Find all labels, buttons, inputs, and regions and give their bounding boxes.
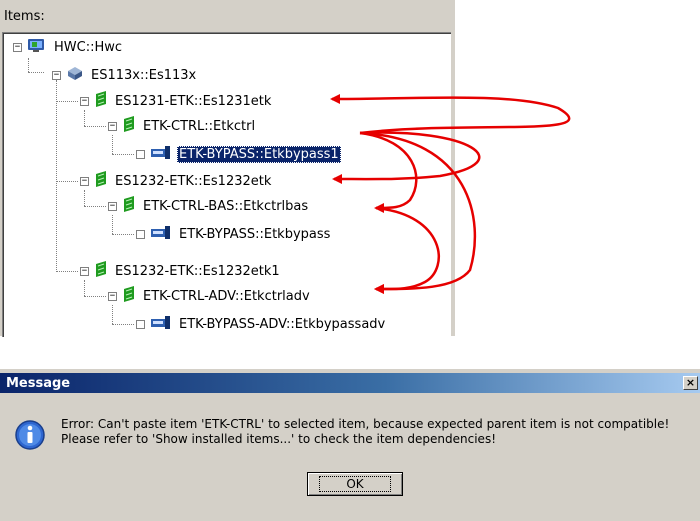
collapse-toggle[interactable]: − bbox=[108, 201, 117, 211]
message-dialog: Message × Error: Can't paste item 'ETK-C… bbox=[0, 369, 700, 521]
board-icon bbox=[122, 116, 136, 136]
tree-node-es1231etk[interactable]: − ES1231-ETK::Es1231etk bbox=[80, 91, 273, 111]
tree-node-label: ETK-CTRL-ADV::Etkctrladv bbox=[143, 288, 310, 304]
leaf-box bbox=[136, 319, 145, 329]
dialog-title: Message bbox=[6, 375, 71, 391]
leaf-box bbox=[136, 149, 145, 159]
tree-node-hwc[interactable]: − HWC::Hwc bbox=[13, 38, 124, 56]
tree-node-label: ETK-BYPASS-ADV::Etkbypassadv bbox=[179, 316, 386, 332]
collapse-toggle[interactable]: − bbox=[108, 121, 117, 131]
tree-node-label: ES1231-ETK::Es1231etk bbox=[115, 93, 272, 109]
board-icon bbox=[122, 286, 136, 306]
tree-node-es113x[interactable]: − ES113x::Es113x bbox=[52, 66, 198, 84]
collapse-toggle[interactable]: − bbox=[80, 96, 89, 106]
bypass-icon bbox=[150, 314, 172, 334]
tree-node-etkctrlbas[interactable]: − ETK-CTRL-BAS::Etkctrlbas bbox=[108, 196, 310, 216]
tree-node-etkbypass[interactable]: ETK-BYPASS::Etkbypass bbox=[136, 225, 332, 243]
collapse-toggle[interactable]: − bbox=[13, 42, 22, 52]
collapse-toggle[interactable]: − bbox=[52, 70, 61, 80]
tree-node-label: HWC::Hwc bbox=[54, 39, 123, 55]
items-tree[interactable]: − HWC::Hwc − ES113x::Es113x − ES1231-ETK… bbox=[2, 32, 451, 337]
tree-node-etkbypass1[interactable]: ETK-BYPASS::Etkbypass1 bbox=[136, 145, 341, 163]
board-icon bbox=[94, 261, 108, 281]
title-bar[interactable]: Message × bbox=[0, 373, 700, 393]
tree-node-label: ES113x::Es113x bbox=[91, 67, 197, 83]
tree-node-label: ETK-CTRL::Etkctrl bbox=[143, 118, 256, 134]
tree-node-etkctrladv[interactable]: − ETK-CTRL-ADV::Etkctrladv bbox=[108, 286, 312, 306]
board-icon bbox=[122, 196, 136, 216]
tree-node-es1232etk1[interactable]: − ES1232-ETK::Es1232etk1 bbox=[80, 261, 282, 281]
hwc-icon bbox=[27, 37, 47, 57]
info-icon bbox=[14, 419, 46, 451]
items-label: Items: bbox=[4, 9, 45, 24]
tree-node-es1232etk[interactable]: − ES1232-ETK::Es1232etk bbox=[80, 171, 273, 191]
tree-node-label-selected: ETK-BYPASS::Etkbypass1 bbox=[177, 145, 341, 163]
error-message-line2: Please refer to 'Show installed items...… bbox=[61, 432, 496, 446]
collapse-toggle[interactable]: − bbox=[80, 176, 89, 186]
module-icon bbox=[66, 65, 84, 85]
leaf-box bbox=[136, 229, 145, 239]
bypass-icon bbox=[150, 224, 172, 244]
tree-node-etkbypassadv[interactable]: ETK-BYPASS-ADV::Etkbypassadv bbox=[136, 315, 387, 333]
items-panel: Items: − HWC::Hwc − ES113x::Es113x − ES1… bbox=[0, 0, 455, 337]
tree-node-etkctrl[interactable]: − ETK-CTRL::Etkctrl bbox=[108, 116, 257, 136]
bypass-icon bbox=[150, 144, 172, 164]
ok-button[interactable]: OK bbox=[307, 472, 403, 496]
collapse-toggle[interactable]: − bbox=[108, 291, 117, 301]
board-icon bbox=[94, 91, 108, 111]
close-icon: × bbox=[685, 376, 696, 389]
collapse-toggle[interactable]: − bbox=[80, 266, 89, 276]
tree-node-label: ES1232-ETK::Es1232etk bbox=[115, 173, 272, 189]
tree-node-label: ETK-CTRL-BAS::Etkctrlbas bbox=[143, 198, 309, 214]
ok-button-label: OK bbox=[319, 476, 391, 492]
board-icon bbox=[94, 171, 108, 191]
tree-node-label: ETK-BYPASS::Etkbypass bbox=[179, 226, 331, 242]
error-message-line1: Error: Can't paste item 'ETK-CTRL' to se… bbox=[61, 417, 670, 431]
close-button[interactable]: × bbox=[683, 376, 698, 390]
tree-node-label: ES1232-ETK::Es1232etk1 bbox=[115, 263, 280, 279]
